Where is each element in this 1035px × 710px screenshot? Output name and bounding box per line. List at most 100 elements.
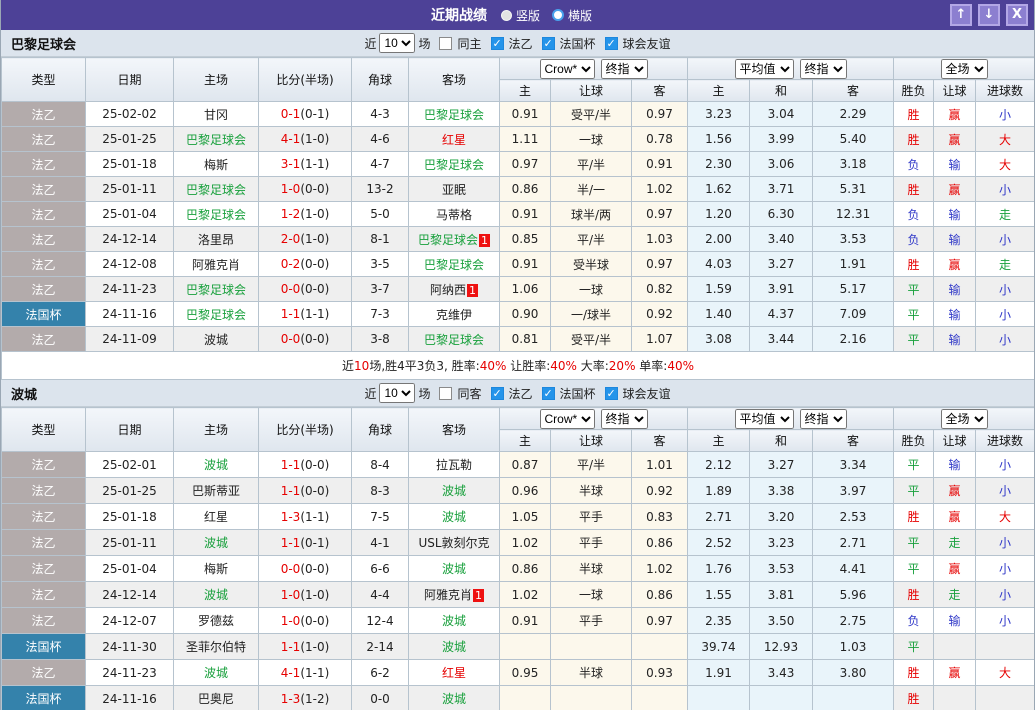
- match-type: 法乙: [2, 582, 86, 608]
- result-wdl: 平: [894, 478, 934, 504]
- odds-source-select[interactable]: Crow*: [540, 409, 595, 429]
- corner-count: 4-1: [352, 530, 409, 556]
- col-header-result-goals: 进球数: [976, 80, 1035, 102]
- avg-home: 1.59: [688, 277, 750, 302]
- halftime-score: (0-0): [300, 458, 329, 472]
- avg-away: 5.31: [813, 177, 894, 202]
- radio-vertical-label: 竖版: [516, 7, 540, 24]
- home-team-cell: 罗德兹: [174, 608, 259, 634]
- near-label: 近: [364, 385, 376, 402]
- odds-source-select[interactable]: Crow*: [540, 59, 595, 79]
- match-count-select[interactable]: 10: [379, 33, 415, 53]
- fulltime-score: 0-0: [281, 562, 301, 576]
- col-header-corner: 角球: [352, 58, 409, 102]
- odds-time-select[interactable]: 终指: [601, 409, 648, 429]
- col-header-away: 客场: [409, 58, 500, 102]
- avg-source-select[interactable]: 平均值: [735, 59, 794, 79]
- checkbox-same-away[interactable]: [439, 387, 452, 400]
- result-handicap: 赢: [934, 556, 976, 582]
- odds-home: 0.87: [500, 452, 551, 478]
- odds-home: 0.91: [500, 102, 551, 127]
- odds-home: 1.11: [500, 127, 551, 152]
- match-type: 法国杯: [2, 634, 86, 660]
- result-handicap: 赢: [934, 478, 976, 504]
- fulltime-score: 1-1: [281, 640, 301, 654]
- match-row: 法乙25-02-02甘冈0-1(0-1)4-3巴黎足球会0.91受平/半0.97…: [2, 102, 1035, 127]
- away-team-cell: 波城: [409, 478, 500, 504]
- avg-away: 5.40: [813, 127, 894, 152]
- score-cell: 3-1(1-1): [259, 152, 352, 177]
- odds-home: 0.90: [500, 302, 551, 327]
- col-header-corner: 角球: [352, 408, 409, 452]
- col-header-date: 日期: [86, 408, 174, 452]
- avg-away: 3.53: [813, 227, 894, 252]
- move-up-button[interactable]: ↑: [950, 4, 972, 26]
- corner-count: 6-2: [352, 660, 409, 686]
- summary-text: 近: [342, 359, 354, 373]
- avg-draw: 3.43: [750, 660, 813, 686]
- col-header-odds-handicap: 让球: [551, 430, 632, 452]
- section-team-name: 巴黎足球会: [11, 34, 76, 53]
- checkbox-coupe-de-france[interactable]: [542, 387, 555, 400]
- scope-select[interactable]: 全场: [941, 59, 988, 79]
- avg-home: 2.52: [688, 530, 750, 556]
- match-date: 24-11-23: [86, 660, 174, 686]
- checkbox-ligue2[interactable]: [491, 37, 504, 50]
- corner-count: 0-0: [352, 686, 409, 710]
- ligue2-label: 法乙: [509, 385, 533, 402]
- checkbox-club-friendly[interactable]: [605, 387, 618, 400]
- layout-radio-vertical[interactable]: 竖版: [501, 7, 540, 24]
- avg-away: 2.29: [813, 102, 894, 127]
- team-name: 波城: [204, 333, 228, 347]
- avg-home: 2.35: [688, 608, 750, 634]
- result-wdl: 平: [894, 530, 934, 556]
- avg-home: 1.20: [688, 202, 750, 227]
- avg-draw: 3.23: [750, 530, 813, 556]
- checkbox-same-home[interactable]: [439, 37, 452, 50]
- home-team-cell: 巴黎足球会: [174, 127, 259, 152]
- odds-away: 0.97: [632, 252, 688, 277]
- away-team-cell: 波城: [409, 556, 500, 582]
- layout-radio-horizontal[interactable]: 横版: [552, 7, 592, 24]
- avg-time-select[interactable]: 终指: [800, 409, 847, 429]
- result-handicap: 输: [934, 452, 976, 478]
- avg-draw: 4.37: [750, 302, 813, 327]
- avg-time-select[interactable]: 终指: [800, 59, 847, 79]
- match-date: 25-01-18: [86, 504, 174, 530]
- odds-time-select[interactable]: 终指: [601, 59, 648, 79]
- avg-away: 12.31: [813, 202, 894, 227]
- away-team-cell: 巴黎足球会: [409, 327, 500, 352]
- avg-draw: 3.27: [750, 452, 813, 478]
- summary-value: 10: [354, 359, 369, 373]
- avg-home: 3.23: [688, 102, 750, 127]
- close-button[interactable]: X: [1006, 4, 1028, 26]
- col-header-result-wdl: 胜负: [894, 80, 934, 102]
- odds-away: [632, 686, 688, 710]
- result-handicap: 赢: [934, 102, 976, 127]
- avg-away: [813, 686, 894, 710]
- away-team-cell: 波城: [409, 634, 500, 660]
- team-name: 波城: [442, 562, 466, 576]
- result-goals: 走: [976, 202, 1035, 227]
- halftime-score: (1-1): [300, 307, 329, 321]
- avg-draw: 3.91: [750, 277, 813, 302]
- match-type: 法乙: [2, 277, 86, 302]
- checkbox-ligue2[interactable]: [491, 387, 504, 400]
- avg-away: 5.96: [813, 582, 894, 608]
- radio-selected-icon: [501, 10, 512, 21]
- checkbox-coupe-de-france[interactable]: [542, 37, 555, 50]
- checkbox-club-friendly[interactable]: [605, 37, 618, 50]
- radio-unselected-icon: [552, 9, 564, 21]
- summary-value: 40%: [550, 359, 577, 373]
- matches-table-paris-fc: 类型 日期 主场 比分(半场) 角球 客场 Crow*终指 平均值终指 全场 主…: [1, 57, 1035, 380]
- scope-select[interactable]: 全场: [941, 409, 988, 429]
- fulltime-score: 1-1: [281, 536, 301, 550]
- avg-draw: 3.40: [750, 227, 813, 252]
- match-row: 法乙25-01-18梅斯3-1(1-1)4-7巴黎足球会0.97平/半0.912…: [2, 152, 1035, 177]
- avg-source-select[interactable]: 平均值: [735, 409, 794, 429]
- move-down-button[interactable]: ↓: [978, 4, 1000, 26]
- away-team-cell: 巴黎足球会: [409, 152, 500, 177]
- fulltime-score: 1-2: [281, 207, 301, 221]
- result-handicap: 赢: [934, 127, 976, 152]
- match-count-select[interactable]: 10: [379, 383, 415, 403]
